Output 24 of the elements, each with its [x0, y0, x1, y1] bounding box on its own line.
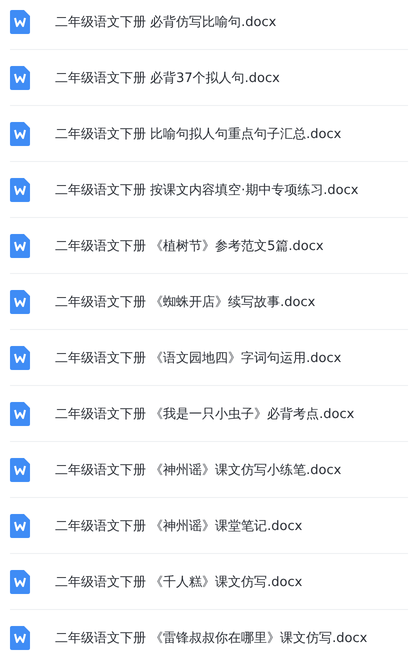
file-name[interactable]: 二年级语文下册 《植树节》参考范文5篇.docx: [55, 236, 324, 254]
document-icon: [10, 346, 30, 370]
document-icon: [10, 458, 30, 482]
file-name[interactable]: 二年级语文下册 《我是一只小虫子》必背考点.docx: [55, 404, 354, 422]
file-name[interactable]: 二年级语文下册 比喻句拟人句重点句子汇总.docx: [55, 124, 342, 142]
document-icon: [10, 514, 30, 538]
file-name[interactable]: 二年级语文下册 《千人糕》课文仿写.docx: [55, 572, 302, 590]
document-icon: [10, 290, 30, 314]
document-icon: [10, 10, 30, 34]
document-icon: [10, 66, 30, 90]
file-name[interactable]: 二年级语文下册 《雷锋叔叔你在哪里》课文仿写.docx: [55, 628, 368, 646]
document-icon: [10, 570, 30, 594]
file-name[interactable]: 二年级语文下册 必背37个拟人句.docx: [55, 68, 280, 86]
file-name[interactable]: 二年级语文下册 《神州谣》课文仿写小练笔.docx: [55, 460, 342, 478]
file-name[interactable]: 二年级语文下册 必背仿写比喻句.docx: [55, 12, 276, 30]
document-icon: [10, 122, 30, 146]
file-name[interactable]: 二年级语文下册 《神州谣》课堂笔记.docx: [55, 516, 302, 534]
document-icon: [10, 178, 30, 202]
document-icon: [10, 234, 30, 258]
file-name[interactable]: 二年级语文下册 《蜘蛛开店》续写故事.docx: [55, 292, 316, 310]
file-name[interactable]: 二年级语文下册 《语文园地四》字词句运用.docx: [55, 348, 342, 366]
file-name[interactable]: 二年级语文下册 按课文内容填空·期中专项练习.docx: [55, 180, 358, 198]
document-icon: [10, 402, 30, 426]
document-icon: [10, 626, 30, 650]
